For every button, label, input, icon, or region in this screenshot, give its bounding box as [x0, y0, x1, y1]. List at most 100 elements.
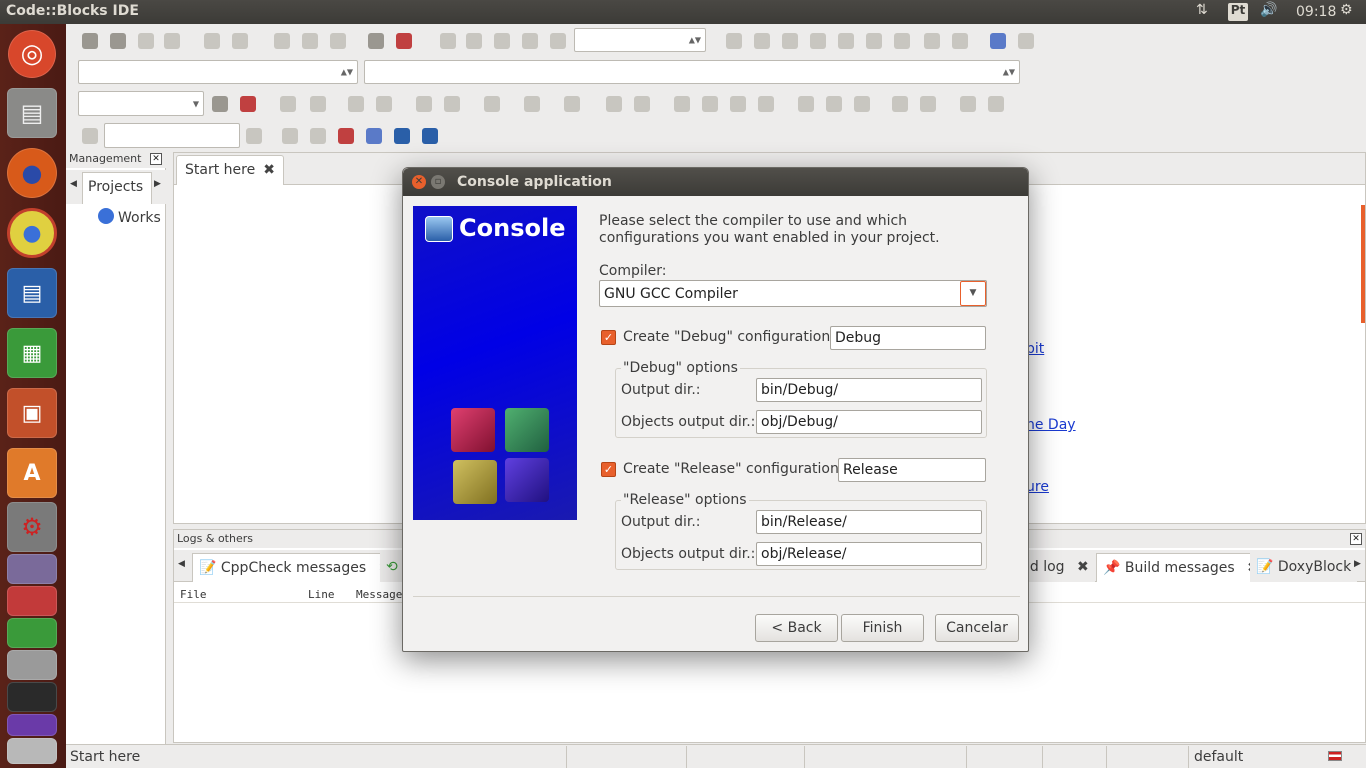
- shape-icon-2[interactable]: [606, 96, 622, 112]
- app-icon-1[interactable]: [7, 554, 57, 584]
- cut-icon[interactable]: [274, 33, 290, 49]
- run-to-cursor-icon[interactable]: [754, 33, 770, 49]
- column-header-message[interactable]: Message: [356, 588, 402, 601]
- redo-icon[interactable]: [232, 33, 248, 49]
- next-line-icon[interactable]: [782, 33, 798, 49]
- chrome-icon[interactable]: ●: [7, 208, 57, 258]
- app-icon-5[interactable]: [7, 682, 57, 712]
- tool-s-icon[interactable]: [960, 96, 976, 112]
- gear-icon[interactable]: ⚙: [1340, 2, 1353, 22]
- copy-icon[interactable]: [302, 33, 318, 49]
- build-icon[interactable]: [440, 33, 456, 49]
- finish-button[interactable]: Finish: [841, 614, 924, 642]
- build-target-select[interactable]: ▲▼: [574, 28, 706, 52]
- software-center-icon[interactable]: A: [7, 448, 57, 498]
- shape-icon-9[interactable]: [826, 96, 842, 112]
- abort-icon[interactable]: [550, 33, 566, 49]
- app-icon-6[interactable]: [7, 714, 57, 736]
- shape-icon-5[interactable]: [702, 96, 718, 112]
- find-icon[interactable]: [368, 33, 384, 49]
- shape-icon-8[interactable]: [798, 96, 814, 112]
- chevron-left-icon[interactable]: ◀: [70, 179, 77, 189]
- shape-icon-4[interactable]: [674, 96, 690, 112]
- debug-icon[interactable]: [726, 33, 742, 49]
- save-icon[interactable]: [138, 33, 154, 49]
- keyboard-layout-indicator[interactable]: Pt: [1228, 3, 1248, 21]
- shape-icon-6[interactable]: [730, 96, 746, 112]
- zoom-in-icon[interactable]: [892, 96, 908, 112]
- incremental-search-input[interactable]: [104, 123, 240, 148]
- debug-checkbox[interactable]: ✓: [601, 330, 616, 345]
- shape-icon-10[interactable]: [854, 96, 870, 112]
- step-into-icon[interactable]: [810, 33, 826, 49]
- tool-icon-4[interactable]: [444, 96, 460, 112]
- network-icon[interactable]: ⇅: [1196, 2, 1208, 22]
- comment-icon[interactable]: [348, 96, 364, 112]
- writer-icon[interactable]: ▤: [7, 268, 57, 318]
- replace-icon[interactable]: [396, 33, 412, 49]
- release-checkbox[interactable]: ✓: [601, 462, 616, 477]
- tab-build-log[interactable]: ld log ✖: [1020, 553, 1095, 582]
- close-icon[interactable]: ✖: [263, 162, 275, 178]
- close-icon[interactable]: ✕: [1350, 533, 1362, 545]
- compiler-select[interactable]: GNU GCC Compiler ▼: [599, 280, 987, 307]
- regex-icon[interactable]: [422, 128, 438, 144]
- chevron-right-icon[interactable]: ▶: [154, 179, 161, 189]
- stop-debug-icon[interactable]: [952, 33, 968, 49]
- tab-build-messages[interactable]: 📌 Build messages ✖: [1096, 553, 1266, 582]
- close-icon[interactable]: ✕: [150, 153, 162, 165]
- app-icon-2[interactable]: [7, 586, 57, 616]
- firefox-icon[interactable]: ●: [7, 148, 57, 198]
- tool-icon-1[interactable]: [280, 96, 296, 112]
- step-out-icon[interactable]: [838, 33, 854, 49]
- ubuntu-icon[interactable]: ◎: [8, 30, 56, 78]
- clock[interactable]: 09:18: [1296, 4, 1336, 24]
- tool-icon-3[interactable]: [416, 96, 432, 112]
- settings-icon[interactable]: [240, 96, 256, 112]
- tab-projects[interactable]: Projects: [82, 172, 152, 204]
- debug-windows-icon[interactable]: [990, 33, 1006, 49]
- tool-c-icon[interactable]: [988, 96, 1004, 112]
- selected-text-icon[interactable]: [366, 128, 382, 144]
- tool-icon-2[interactable]: [310, 96, 326, 112]
- system-settings-icon[interactable]: ⚙: [7, 502, 57, 552]
- bookmark-icon[interactable]: [82, 128, 98, 144]
- debug-objects-dir-input[interactable]: obj/Debug/: [756, 410, 982, 434]
- close-icon[interactable]: ✖: [1077, 559, 1089, 575]
- tab-partial[interactable]: ⟲: [380, 553, 404, 582]
- workspace-tree-item[interactable]: Works: [98, 208, 161, 226]
- app-icon-4[interactable]: [7, 650, 57, 680]
- start-link-3[interactable]: ure: [1026, 479, 1049, 495]
- step-instruction-icon[interactable]: [894, 33, 910, 49]
- start-link-2[interactable]: he Day: [1026, 417, 1076, 433]
- next-instruction-icon[interactable]: [866, 33, 882, 49]
- calc-icon[interactable]: ▦: [7, 328, 57, 378]
- files-icon[interactable]: ▤: [7, 88, 57, 138]
- save-all-icon[interactable]: [164, 33, 180, 49]
- column-header-line[interactable]: Line: [308, 588, 335, 601]
- scrollbar[interactable]: [1361, 205, 1365, 323]
- scope-select[interactable]: ▲▼: [78, 60, 358, 84]
- tab-cppcheck-messages[interactable]: 📝 CppCheck messages ✖: [192, 553, 398, 582]
- rebuild-icon[interactable]: [522, 33, 538, 49]
- chevron-right-icon[interactable]: ▶: [1354, 559, 1361, 569]
- various-info-icon[interactable]: [1018, 33, 1034, 49]
- debug-output-dir-input[interactable]: bin/Debug/: [756, 378, 982, 402]
- back-arrow-icon[interactable]: [282, 128, 298, 144]
- pointer-icon[interactable]: [524, 96, 540, 112]
- search-combo[interactable]: ▼: [78, 91, 204, 116]
- zoom-out-icon[interactable]: [920, 96, 936, 112]
- release-name-input[interactable]: Release: [838, 458, 986, 482]
- minimize-icon[interactable]: ▫: [431, 175, 445, 189]
- match-case-icon[interactable]: [394, 128, 410, 144]
- highlight-icon[interactable]: [338, 128, 354, 144]
- chevron-down-icon[interactable]: ▼: [960, 281, 986, 306]
- pause-icon[interactable]: [924, 33, 940, 49]
- build-run-icon[interactable]: [494, 33, 510, 49]
- open-file-icon[interactable]: [110, 33, 126, 49]
- function-select[interactable]: ▲▼: [364, 60, 1020, 84]
- search-icon[interactable]: [212, 96, 228, 112]
- release-output-dir-input[interactable]: bin/Release/: [756, 510, 982, 534]
- impress-icon[interactable]: ▣: [7, 388, 57, 438]
- release-objects-dir-input[interactable]: obj/Release/: [756, 542, 982, 566]
